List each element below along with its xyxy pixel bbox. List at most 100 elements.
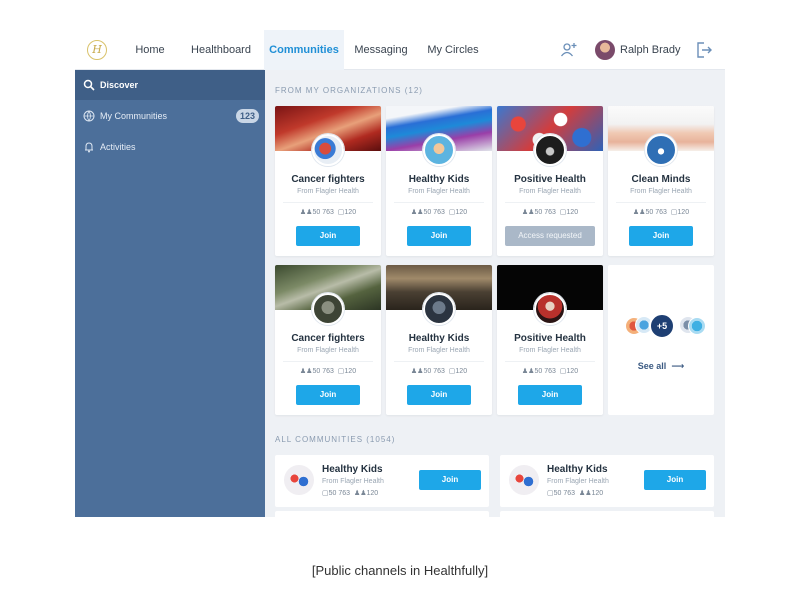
community-card[interactable]: Positive Health From Flagler Health ♟♟50… bbox=[497, 265, 603, 415]
card-organization: From Flagler Health bbox=[297, 347, 359, 354]
join-button[interactable]: Join bbox=[407, 226, 471, 246]
list-item[interactable] bbox=[500, 511, 714, 517]
nav-communities[interactable]: Communities bbox=[264, 30, 344, 70]
card-stats: ♟♟50 763 ▢120 bbox=[386, 367, 492, 375]
community-card[interactable]: Healthy Kids From Flagler Health ♟♟50 76… bbox=[386, 106, 492, 256]
app-window: H Home Healthboard Communities Messaging… bbox=[75, 30, 725, 517]
community-card[interactable]: Cancer fighters From Flagler Health ♟♟50… bbox=[275, 106, 381, 256]
posts-icon: ▢ bbox=[547, 490, 554, 497]
divider bbox=[394, 361, 484, 362]
card-stats: ♟♟50 763 ▢120 bbox=[386, 208, 492, 216]
globe-icon bbox=[83, 110, 95, 122]
list-item[interactable]: Healthy Kids From Flagler Health ▢50 763… bbox=[500, 455, 714, 507]
community-avatar bbox=[284, 465, 314, 495]
community-avatar bbox=[312, 293, 344, 325]
card-stats: ♟♟50 763 ▢120 bbox=[497, 367, 603, 375]
card-stats: ♟♟50 763 ▢120 bbox=[497, 208, 603, 216]
community-avatar bbox=[312, 134, 344, 166]
members-icon: ♟♟ bbox=[521, 209, 535, 216]
logout-icon[interactable] bbox=[695, 41, 713, 59]
list-item[interactable]: Healthy Kids From Flagler Health ▢50 763… bbox=[275, 455, 489, 507]
count-badge: 123 bbox=[235, 109, 259, 123]
card-title: Healthy Kids bbox=[408, 333, 470, 344]
join-button[interactable]: Join bbox=[419, 470, 481, 490]
post-count: 120 bbox=[566, 209, 579, 216]
community-avatar bbox=[423, 293, 455, 325]
card-stats: ♟♟50 763 ▢120 bbox=[275, 208, 381, 216]
members-icon: ♟♟ bbox=[521, 368, 535, 375]
post-count: 120 bbox=[344, 368, 357, 375]
card-stats: ♟♟50 763 ▢120 bbox=[608, 208, 714, 216]
sidebar-item-my-communities[interactable]: My Communities 123 bbox=[75, 101, 265, 131]
arrow-right-icon: ⟶ bbox=[668, 361, 685, 371]
member-count: 50 763 bbox=[312, 209, 334, 216]
join-button[interactable]: Join bbox=[644, 470, 706, 490]
figure-caption: [Public channels in Healthfully] bbox=[311, 563, 489, 578]
post-count: 120 bbox=[455, 368, 468, 375]
divider bbox=[616, 202, 706, 203]
section-title-all-communities: ALL COMMUNITIES (1054) bbox=[275, 435, 396, 444]
add-user-icon[interactable] bbox=[559, 40, 579, 60]
community-card[interactable]: Cancer fighters From Flagler Health ♟♟50… bbox=[275, 265, 381, 415]
logo-icon[interactable]: H bbox=[87, 40, 107, 60]
community-avatar bbox=[534, 293, 566, 325]
member-count: 50 763 bbox=[534, 209, 556, 216]
nav-my-circles[interactable]: My Circles bbox=[421, 30, 485, 70]
card-title: Healthy Kids bbox=[408, 174, 470, 185]
join-button[interactable]: Join bbox=[296, 226, 360, 246]
community-card[interactable]: Healthy Kids From Flagler Health ♟♟50 76… bbox=[386, 265, 492, 415]
card-organization: From Flagler Health bbox=[630, 188, 692, 195]
card-title: Cancer fighters bbox=[291, 333, 365, 344]
card-organization: From Flagler Health bbox=[519, 347, 581, 354]
community-card[interactable]: Positive Health From Flagler Health ♟♟50… bbox=[497, 106, 603, 256]
main-content: FROM MY ORGANIZATIONS (12) Cancer fighte… bbox=[265, 70, 725, 517]
community-thumbnail bbox=[688, 317, 706, 335]
community-avatar bbox=[509, 465, 539, 495]
join-button[interactable]: Join bbox=[518, 385, 582, 405]
join-button[interactable]: Join bbox=[296, 385, 360, 405]
list-item-stats: ▢50 763 ♟♟120 bbox=[322, 489, 378, 497]
user-avatar[interactable] bbox=[595, 40, 615, 60]
card-title: Positive Health bbox=[514, 174, 586, 185]
card-organization: From Flagler Health bbox=[297, 188, 359, 195]
card-title: Cancer fighters bbox=[291, 174, 365, 185]
join-button[interactable]: Join bbox=[407, 385, 471, 405]
members-icon: ♟♟ bbox=[299, 368, 313, 375]
see-all-card[interactable]: +5 See all ⟶ bbox=[608, 265, 714, 415]
nav-home[interactable]: Home bbox=[125, 30, 175, 70]
divider bbox=[394, 202, 484, 203]
sidebar-item-activities[interactable]: Activities bbox=[75, 132, 265, 162]
member-count: 50 763 bbox=[645, 209, 667, 216]
nav-messaging[interactable]: Messaging bbox=[350, 30, 412, 70]
see-all-label: See all bbox=[637, 361, 667, 371]
members-icon: ♟♟ bbox=[632, 209, 646, 216]
divider bbox=[283, 361, 373, 362]
join-button[interactable]: Join bbox=[629, 226, 693, 246]
post-count: 120 bbox=[591, 490, 604, 497]
card-title: Positive Health bbox=[514, 333, 586, 344]
card-title: Clean Minds bbox=[631, 174, 691, 185]
top-nav: H Home Healthboard Communities Messaging… bbox=[75, 30, 725, 70]
post-count: 120 bbox=[344, 209, 357, 216]
user-name[interactable]: Ralph Brady bbox=[620, 30, 681, 70]
card-stats: ♟♟50 763 ▢120 bbox=[275, 367, 381, 375]
sidebar-item-discover[interactable]: Discover bbox=[75, 70, 265, 100]
sidebar: Discover My Communities 123 Activities bbox=[75, 70, 265, 517]
community-card[interactable]: Clean Minds From Flagler Health ♟♟50 763… bbox=[608, 106, 714, 256]
member-count: 50 763 bbox=[423, 209, 445, 216]
post-count: 120 bbox=[566, 368, 579, 375]
nav-healthboard[interactable]: Healthboard bbox=[183, 30, 259, 70]
member-count: 50 763 bbox=[534, 368, 556, 375]
list-item[interactable] bbox=[275, 511, 489, 517]
see-all-link[interactable]: See all ⟶ bbox=[608, 361, 714, 372]
divider bbox=[283, 202, 373, 203]
community-avatar bbox=[534, 134, 566, 166]
card-organization: From Flagler Health bbox=[408, 188, 470, 195]
list-item-title: Healthy Kids bbox=[547, 464, 608, 475]
list-item-stats: ▢50 763 ♟♟120 bbox=[547, 489, 603, 497]
sidebar-item-label: Discover bbox=[100, 80, 139, 90]
posts-icon: ▢ bbox=[322, 490, 329, 497]
access-requested-button[interactable]: Access requested bbox=[505, 226, 595, 246]
community-avatar bbox=[423, 134, 455, 166]
sidebar-item-label: Activities bbox=[100, 142, 136, 152]
